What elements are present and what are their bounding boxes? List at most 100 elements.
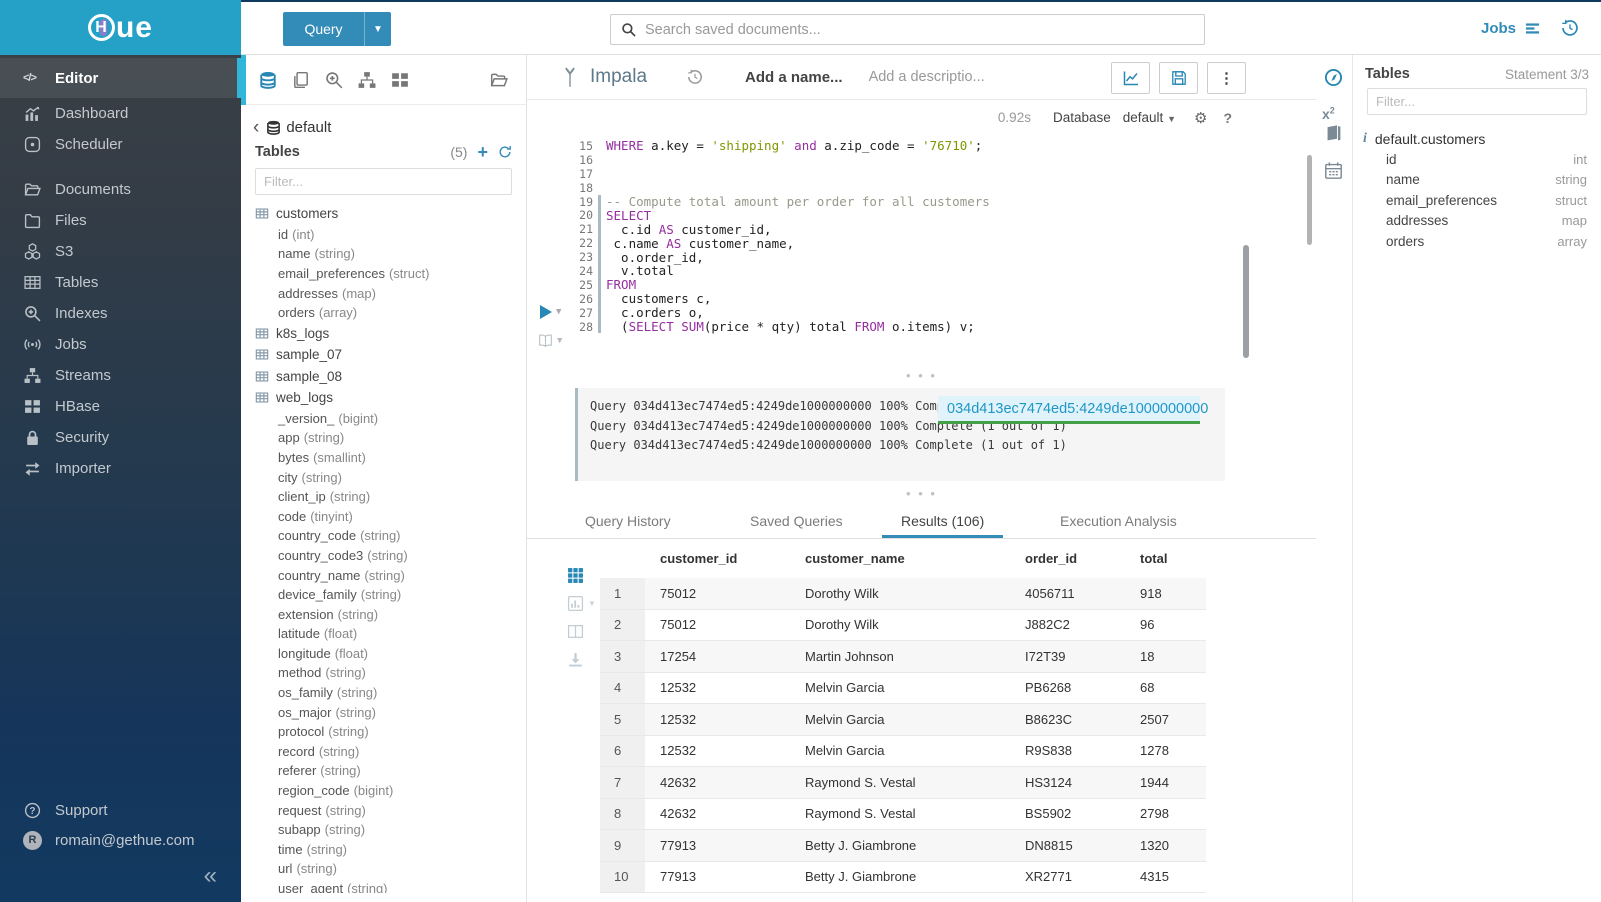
sidebar-item-scheduler[interactable]: Scheduler xyxy=(0,129,241,160)
table-item-sample_07[interactable]: sample_07 xyxy=(241,344,526,366)
editor-history-icon[interactable] xyxy=(687,69,703,85)
field-item[interactable]: country_code(string) xyxy=(241,526,526,546)
sidebar-item-dashboard[interactable]: Dashboard xyxy=(0,98,241,129)
sidebar-item-files[interactable]: Files xyxy=(0,205,241,236)
sidebar-item-s3[interactable]: S3 xyxy=(0,236,241,267)
field-item[interactable]: region_code(bigint) xyxy=(241,781,526,801)
chart-view-control[interactable]: ▼ xyxy=(567,595,600,612)
download-icon[interactable] xyxy=(567,651,584,668)
collapse-sidebar-icon[interactable]: « xyxy=(204,862,217,889)
field-item[interactable]: request(string) xyxy=(241,800,526,820)
field-row-email_preferences[interactable]: email_preferencesstruct xyxy=(1353,190,1601,211)
table-item-sample_08[interactable]: sample_08 xyxy=(241,365,526,387)
field-item[interactable]: code(tinyint) xyxy=(241,506,526,526)
field-item[interactable]: time(string) xyxy=(241,840,526,860)
sidebar-item-hbase[interactable]: HBase xyxy=(0,391,241,422)
editor-scrollbar[interactable] xyxy=(1243,245,1249,358)
sidebar-item-user[interactable]: R romain@gethue.com xyxy=(0,825,241,855)
field-row-name[interactable]: namestring xyxy=(1353,170,1601,191)
field-item[interactable]: extension(string) xyxy=(241,604,526,624)
field-item[interactable]: protocol(string) xyxy=(241,722,526,742)
tab-results-106[interactable]: Results (106) xyxy=(882,506,1003,538)
functions-icon[interactable]: x2 xyxy=(1322,106,1335,122)
page-scrollbar[interactable] xyxy=(1307,155,1312,245)
query-history-icon[interactable] xyxy=(1561,19,1579,37)
field-row-addresses[interactable]: addressesmap xyxy=(1353,211,1601,232)
sidebar-item-streams[interactable]: Streams xyxy=(0,360,241,391)
search-input[interactable] xyxy=(645,22,1194,38)
save-button[interactable] xyxy=(1159,62,1198,94)
field-row-id[interactable]: idint xyxy=(1353,149,1601,170)
sidebar-item-documents[interactable]: Documents xyxy=(0,174,241,205)
execute-options-caret-icon[interactable]: ▼ xyxy=(556,307,561,317)
column-header-customer_id[interactable]: customer_id xyxy=(645,551,790,566)
sidebar-item-editor[interactable]: </>Editor xyxy=(0,58,241,98)
results-resize-handle[interactable]: • • • xyxy=(527,481,1316,506)
sql-editor[interactable]: 15WHERE a.key = 'shipping' and a.zip_cod… xyxy=(527,135,1316,363)
table-item-web_logs[interactable]: web_logs xyxy=(241,387,526,409)
column-header-order_id[interactable]: order_id xyxy=(1010,551,1125,566)
hue-logo[interactable]: Hue xyxy=(88,11,153,45)
language-reference-icon[interactable] xyxy=(1324,124,1343,143)
field-item[interactable]: id(int) xyxy=(241,225,526,245)
grid-view-icon[interactable] xyxy=(567,567,584,584)
tab-execution-analysis[interactable]: Execution Analysis xyxy=(1060,506,1177,538)
sidebar-item-security[interactable]: Security xyxy=(0,422,241,453)
field-item[interactable]: user_agent(string) xyxy=(241,879,526,893)
field-item[interactable]: email_preferences(struct) xyxy=(241,264,526,284)
tab-saved-queries[interactable]: Saved Queries xyxy=(750,506,843,538)
columns-view-icon[interactable] xyxy=(567,623,584,640)
sidebar-item-indexes[interactable]: Indexes xyxy=(0,298,241,329)
table-item-k8s_logs[interactable]: k8s_logs xyxy=(241,322,526,344)
sidebar-item-importer[interactable]: Importer xyxy=(0,453,241,484)
field-item[interactable]: _version_(bigint) xyxy=(241,408,526,428)
sidebar-item-jobs[interactable]: Jobs xyxy=(0,329,241,360)
new-query-button[interactable]: Query ▼ xyxy=(283,12,391,46)
assist-workflows-icon[interactable] xyxy=(358,71,376,89)
more-actions-button[interactable]: ⋮ xyxy=(1207,62,1246,94)
field-item[interactable]: longitude(float) xyxy=(241,644,526,664)
jobs-list-icon[interactable] xyxy=(1524,21,1541,36)
info-icon[interactable]: i xyxy=(1363,131,1367,147)
field-item[interactable]: addresses(map) xyxy=(241,283,526,303)
assist-hbase-icon[interactable] xyxy=(391,71,409,89)
field-item[interactable]: country_code3(string) xyxy=(241,546,526,566)
tab-query-history[interactable]: Query History xyxy=(585,506,671,538)
right-filter-input[interactable] xyxy=(1367,88,1587,115)
active-table-row[interactable]: i default.customers xyxy=(1353,123,1601,149)
field-item[interactable]: method(string) xyxy=(241,663,526,683)
back-chevron-icon[interactable]: ‹ xyxy=(253,122,259,134)
field-item[interactable]: os_family(string) xyxy=(241,683,526,703)
query-description-field[interactable]: Add a descriptio... xyxy=(869,69,985,85)
editor-assistant-icon[interactable] xyxy=(1324,68,1343,87)
field-item[interactable]: record(string) xyxy=(241,742,526,762)
field-item[interactable]: latitude(float) xyxy=(241,624,526,644)
field-item[interactable]: referer(string) xyxy=(241,761,526,781)
field-item[interactable]: subapp(string) xyxy=(241,820,526,840)
add-table-icon[interactable]: + xyxy=(477,146,488,158)
query-name-field[interactable]: Add a name... xyxy=(745,69,843,86)
assist-documents-icon[interactable] xyxy=(292,71,310,89)
chart-button[interactable] xyxy=(1111,62,1150,94)
language-reference-button[interactable]: ▼ xyxy=(537,333,562,348)
field-item[interactable]: app(string) xyxy=(241,428,526,448)
refresh-tables-icon[interactable] xyxy=(498,145,512,159)
jobs-link[interactable]: Jobs xyxy=(1481,20,1516,37)
field-item[interactable]: bytes(smallint) xyxy=(241,448,526,468)
execute-button[interactable]: ▼ xyxy=(540,305,561,319)
sidebar-item-tables[interactable]: Tables xyxy=(0,267,241,298)
field-item[interactable]: url(string) xyxy=(241,859,526,879)
help-icon[interactable]: ? xyxy=(1223,110,1232,126)
assist-folder-icon[interactable] xyxy=(490,71,508,89)
field-item[interactable]: os_major(string) xyxy=(241,702,526,722)
sidebar-item-support[interactable]: ? Support xyxy=(0,795,241,825)
assist-databases-icon[interactable] xyxy=(259,71,277,89)
field-item[interactable]: orders(array) xyxy=(241,303,526,323)
field-row-orders[interactable]: ordersarray xyxy=(1353,231,1601,252)
settings-gear-icon[interactable]: ⚙ xyxy=(1194,109,1207,127)
query-id-link[interactable]: 034d413ec7474ed5:4249de1000000000 xyxy=(938,396,1200,424)
field-item[interactable]: city(string) xyxy=(241,467,526,487)
field-item[interactable]: name(string) xyxy=(241,244,526,264)
database-select[interactable]: default ▼ xyxy=(1123,110,1176,125)
database-name[interactable]: default xyxy=(286,119,331,136)
